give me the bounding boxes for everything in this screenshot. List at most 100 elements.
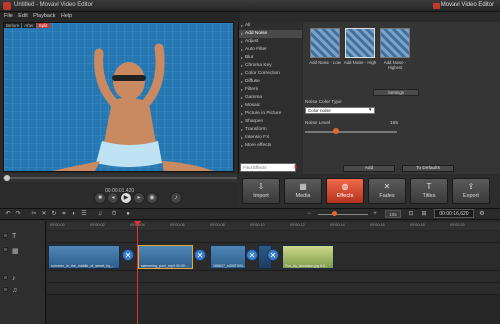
effect-item-blur[interactable]: Blur: [239, 54, 302, 62]
ruler-tick: 00:00:02: [90, 223, 105, 227]
time-ruler[interactable]: [47, 222, 500, 230]
effect-item-color-correction[interactable]: Color Correction: [239, 70, 302, 78]
transition-icon[interactable]: ✕: [246, 249, 258, 261]
add-effect-button[interactable]: Add: [343, 165, 395, 172]
effect-item-auto-filter[interactable]: Auto Filter: [239, 46, 302, 54]
effect-item-chroma-key[interactable]: Chroma Key: [239, 62, 302, 70]
effect-item-diffuse[interactable]: Diffuse: [239, 78, 302, 86]
effect-item-filters[interactable]: Filters: [239, 86, 302, 94]
preset-thumb-high[interactable]: [345, 28, 375, 58]
timeline-zoom-knob[interactable]: [332, 211, 337, 216]
lock-icon[interactable]: [3, 233, 8, 238]
to-defaults-button[interactable]: To Defaults: [402, 165, 454, 172]
effect-item-all[interactable]: All: [239, 22, 302, 30]
import-button[interactable]: ⇩ Import: [242, 178, 280, 204]
redo-icon[interactable]: ↷: [14, 210, 22, 218]
lock-icon[interactable]: [3, 287, 8, 292]
effect-item-more-effects[interactable]: More effects: [239, 142, 302, 150]
prev-frame-button[interactable]: ◂: [107, 192, 119, 204]
effect-item-sharpen[interactable]: Sharpen: [239, 118, 302, 126]
tab-settings[interactable]: Settings: [373, 89, 419, 96]
undo-icon[interactable]: ↶: [4, 210, 12, 218]
next-frame-button[interactable]: ▸: [133, 192, 145, 204]
effect-item-mosaic[interactable]: Mosaic: [239, 102, 302, 110]
lock-icon[interactable]: [3, 247, 8, 252]
effect-item-transform[interactable]: Transform: [239, 126, 302, 134]
title-track-lane[interactable]: [47, 231, 500, 243]
speed-icon[interactable]: ⏱: [110, 210, 118, 218]
zoom-out-icon[interactable]: −: [305, 210, 313, 218]
effect-item-picture-in-picture[interactable]: Picture in Picture: [239, 110, 302, 118]
chevron-down-icon: ▼: [368, 107, 373, 112]
effects-button[interactable]: ◍ Effects: [326, 178, 364, 204]
menu-playback[interactable]: Playback: [33, 13, 55, 19]
transition-icon[interactable]: ✕: [194, 249, 206, 261]
delete-icon[interactable]: ✕: [40, 210, 48, 218]
noise-level-slider-knob[interactable]: [333, 128, 339, 134]
tab-split[interactable]: Split: [36, 23, 50, 28]
video-clip-5[interactable]: Fun_by_deviation.jpg 0:0...: [282, 245, 334, 269]
fades-button[interactable]: ✕ Fades: [368, 178, 406, 204]
color-icon[interactable]: ◐: [70, 210, 78, 218]
transition-icon[interactable]: ✕: [122, 249, 134, 261]
play-button[interactable]: ▶: [120, 192, 132, 204]
video-preview[interactable]: [3, 22, 234, 172]
text-track-icon: T: [12, 233, 17, 240]
preview-scrubber[interactable]: [3, 174, 237, 182]
fit-icon[interactable]: ⊡: [407, 210, 415, 218]
effect-item-adjust[interactable]: Adjust: [239, 38, 302, 46]
video-clip-2[interactable]: swimming_pool_mp4 00:00:...: [138, 245, 193, 269]
brand-logo-icon: [433, 3, 440, 9]
transition-icon[interactable]: ✕: [267, 249, 279, 261]
noise-level-slider[interactable]: [305, 131, 397, 133]
playhead[interactable]: [137, 221, 138, 324]
zoom-level[interactable]: 10s: [385, 210, 401, 218]
clip-label: 165637_s000T000...: [213, 264, 246, 268]
audio-track-lane[interactable]: [47, 271, 500, 283]
music-track-lane[interactable]: [47, 283, 500, 295]
media-button[interactable]: ▦ Media: [284, 178, 322, 204]
preview-frame-image: [4, 23, 233, 171]
scrubber-knob[interactable]: [4, 175, 10, 181]
video-clip-1[interactable]: summer_in_the_middle_of_street_by_...: [48, 245, 120, 269]
export-button[interactable]: ⇪ Export: [452, 178, 490, 204]
scrubber-track: [3, 177, 237, 179]
fades-label: Fades: [379, 193, 395, 199]
zoom-in-icon[interactable]: +: [371, 210, 379, 218]
tab-after[interactable]: After: [22, 23, 36, 28]
record-icon[interactable]: ●: [124, 210, 132, 218]
import-icon: ⇩: [257, 182, 265, 191]
lock-icon[interactable]: [3, 275, 8, 280]
ruler-tick: 00:00:12: [290, 223, 305, 227]
timeline-settings-icon[interactable]: ⚙: [478, 210, 486, 218]
noise-color-label: Noise Color Type: [305, 100, 342, 105]
menu-help[interactable]: Help: [61, 13, 72, 19]
rotate-icon[interactable]: ↻: [50, 210, 58, 218]
noise-level-value: 165: [390, 121, 399, 126]
menu-file[interactable]: File: [4, 13, 13, 19]
volume-button[interactable]: ♪: [170, 192, 182, 204]
ruler-tick: 00:00:18: [410, 223, 425, 227]
noise-color-select[interactable]: Color noise: [305, 107, 375, 114]
clip-properties-icon[interactable]: ☰: [80, 210, 88, 218]
video-clip-3[interactable]: 165637_s000T000...: [210, 245, 246, 269]
find-effects-input[interactable]: [240, 163, 296, 172]
clear-search-icon[interactable]: ✕: [293, 164, 298, 171]
effect-item-add-noise[interactable]: Add Noise: [239, 30, 302, 38]
preset-thumb-highest[interactable]: [380, 28, 410, 58]
menu-edit[interactable]: Edit: [18, 13, 27, 19]
audio-icon[interactable]: ♫: [96, 210, 104, 218]
titles-button[interactable]: T Titles: [410, 178, 448, 204]
preset-thumb-low[interactable]: [310, 28, 340, 58]
clip-label: Fun_by_deviation.jpg 0:0...: [285, 264, 329, 268]
snap-icon[interactable]: ⊞: [420, 210, 428, 218]
cut-icon[interactable]: ✂: [30, 210, 38, 218]
tab-before[interactable]: Before: [4, 23, 22, 28]
effect-item-intensio-fx[interactable]: Intensio FX: [239, 134, 302, 142]
stop-button[interactable]: ■: [94, 192, 106, 204]
preset-label-low: Add Noise - Low: [309, 60, 341, 65]
snapshot-button[interactable]: ◉: [146, 192, 158, 204]
effect-item-gamma[interactable]: Gamma: [239, 94, 302, 102]
crop-icon[interactable]: ⌗: [60, 210, 68, 218]
timeline-zoom-slider[interactable]: [318, 214, 368, 215]
